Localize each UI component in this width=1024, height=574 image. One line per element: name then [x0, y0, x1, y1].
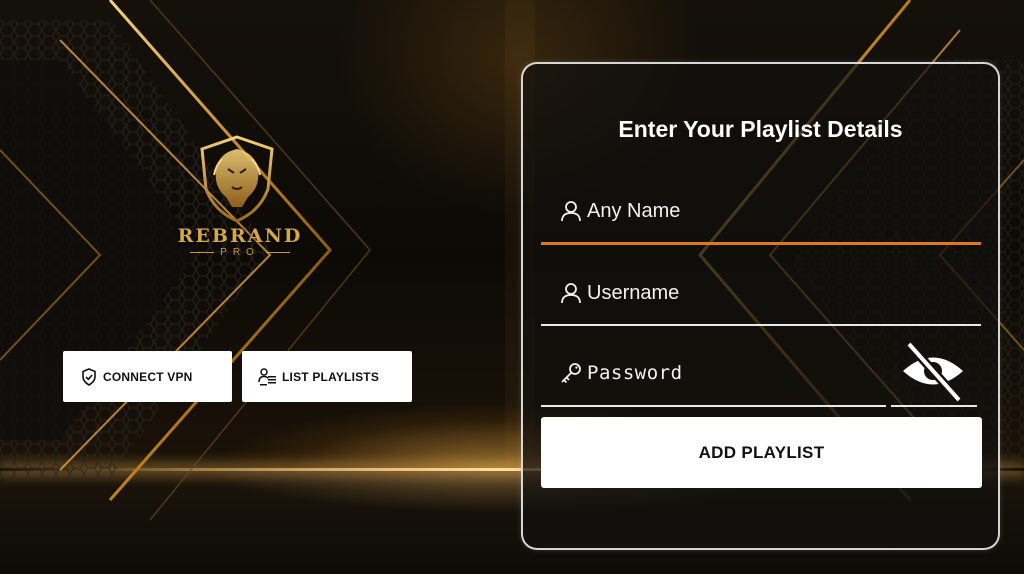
connect-vpn-button[interactable]: CONNECT VPN [63, 351, 232, 402]
playlist-form-card: Enter Your Playlist Details Any Name Use… [521, 62, 1000, 550]
user-icon [559, 199, 583, 223]
any-name-placeholder: Any Name [587, 199, 681, 222]
form-title: Enter Your Playlist Details [618, 116, 903, 142]
password-visibility-toggle[interactable] [899, 340, 967, 403]
lion-shield-icon [200, 135, 274, 223]
password-underline [541, 405, 886, 407]
username-input[interactable]: Username [541, 268, 981, 318]
password-input[interactable]: Password [541, 348, 886, 398]
any-name-underline-active [541, 242, 981, 245]
add-playlist-label: ADD PLAYLIST [698, 442, 825, 462]
user-list-icon [258, 367, 278, 387]
eye-off-icon [903, 341, 963, 403]
password-placeholder: Password [587, 362, 683, 384]
username-underline [541, 324, 981, 326]
username-placeholder: Username [587, 281, 680, 304]
any-name-input[interactable]: Any Name [541, 186, 981, 236]
list-playlists-button[interactable]: LIST PLAYLISTS [242, 351, 412, 402]
app-screen: REBRAND PRO CONNECT VPN LIST PLAYLISTS E… [0, 0, 1024, 574]
list-playlists-label: LIST PLAYLISTS [282, 369, 380, 384]
shield-check-icon [79, 367, 99, 387]
toggle-underline [891, 405, 977, 407]
connect-vpn-label: CONNECT VPN [103, 369, 193, 384]
key-icon [559, 361, 583, 385]
user-icon [559, 281, 583, 305]
brand-subtitle: PRO [168, 247, 312, 258]
add-playlist-button[interactable]: ADD PLAYLIST [541, 417, 982, 488]
brand-logo: REBRAND PRO [168, 135, 312, 265]
brand-name: REBRAND [177, 225, 303, 247]
